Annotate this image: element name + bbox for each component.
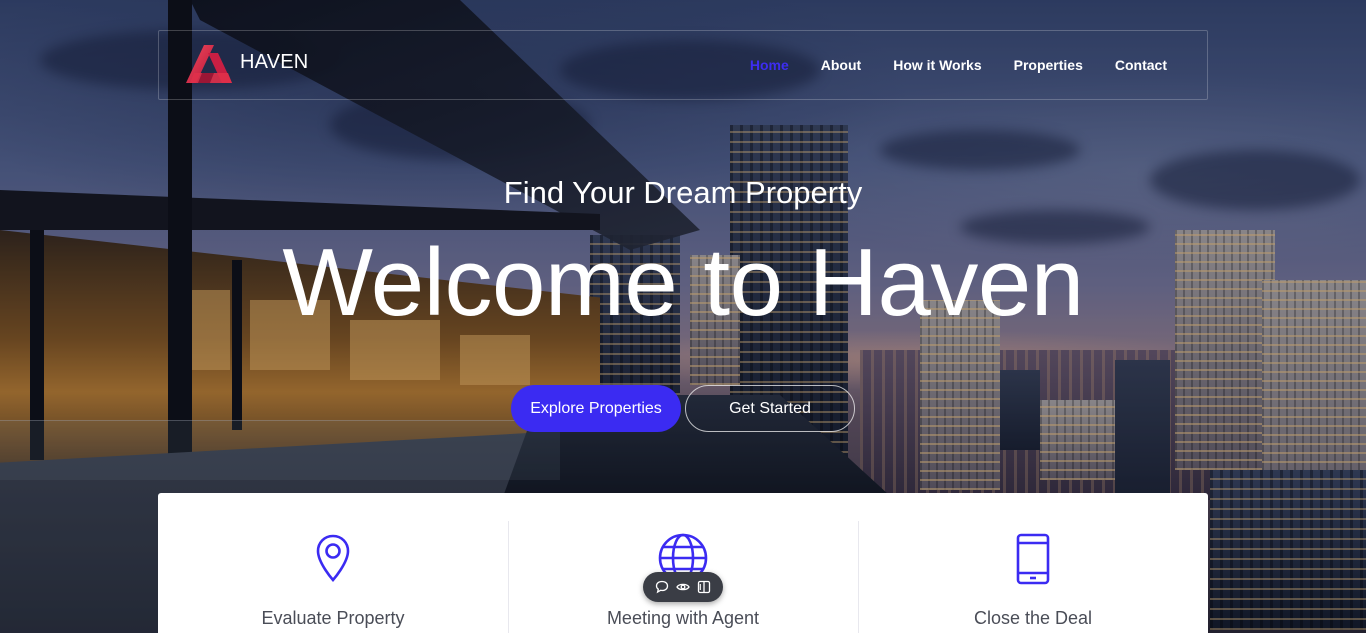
feature-title: Close the Deal	[973, 608, 1093, 628]
feature-evaluate-property[interactable]: Evaluate Property	[158, 493, 508, 633]
nav-item-how-it-works[interactable]: How it Works	[893, 57, 981, 73]
hero-subtitle: Find Your Dream Property	[503, 175, 863, 210]
feature-meeting-with-agent[interactable]: Meeting with Agent	[508, 493, 858, 633]
explore-properties-button[interactable]: Explore Properties	[511, 385, 681, 432]
smartphone-icon	[1016, 533, 1050, 585]
feature-title: Meeting with Agent	[606, 608, 760, 628]
brand-name: HAVEN	[240, 50, 309, 73]
feature-title: Evaluate Property	[261, 608, 405, 628]
floating-toolbar	[643, 572, 723, 602]
brand-link[interactable]: HAVEN	[184, 43, 308, 89]
nav-item-home[interactable]: Home	[750, 57, 789, 73]
comment-icon[interactable]	[654, 579, 670, 595]
hero-cta-group: Explore Properties Get Started	[511, 385, 855, 432]
main-navbar: HAVEN Home About How it Works Properties…	[158, 30, 1208, 100]
nav-menu: Home About How it Works Properties Conta…	[718, 57, 1167, 73]
feature-close-the-deal[interactable]: Close the Deal	[858, 493, 1208, 633]
location-pin-icon	[316, 534, 350, 582]
get-started-button[interactable]: Get Started	[685, 385, 855, 432]
nav-item-properties[interactable]: Properties	[1014, 57, 1083, 73]
hero-title: Welcome to Haven	[282, 229, 1084, 336]
eye-icon[interactable]	[675, 579, 691, 595]
nav-item-about[interactable]: About	[821, 57, 861, 73]
split-view-icon[interactable]	[696, 579, 712, 595]
triangle-logo-icon	[186, 45, 232, 83]
features-card: Evaluate Property Meeting with Agent Clo…	[158, 493, 1208, 633]
nav-item-contact[interactable]: Contact	[1115, 57, 1167, 73]
